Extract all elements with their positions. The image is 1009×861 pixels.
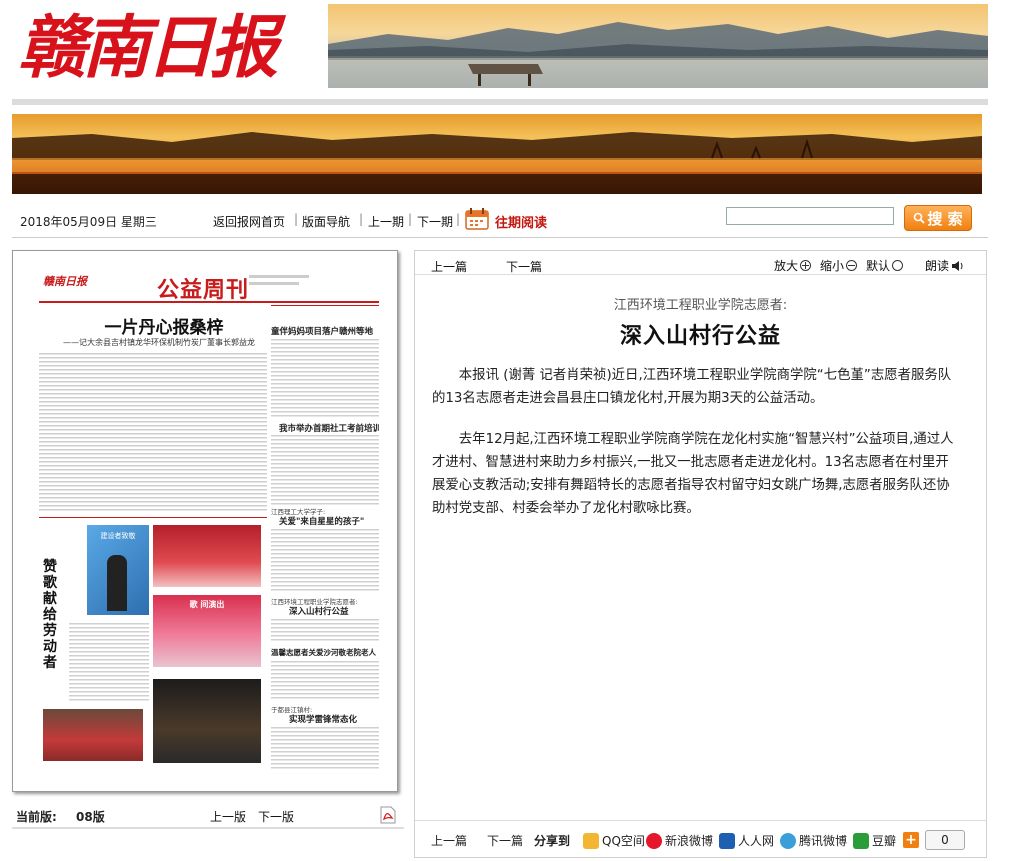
share-divider [415,820,986,821]
share-qzone[interactable]: QQ空间 [583,832,645,849]
star-icon [583,832,599,849]
search-input[interactable] [726,207,894,225]
current-page-label: 当前版: [16,810,57,824]
share-target-label: 人人网 [738,834,775,848]
thumb-photo [43,709,143,761]
thumb-side-headline: 我市举办首期社工考前培训 [279,424,379,434]
share-weibo[interactable]: 新浪微博 [646,832,713,849]
read-aloud-label: 朗读 [925,259,950,273]
nav-separator: | [359,212,364,226]
article-paragraph: 本报讯 (谢菁 记者肖荣祯)近日,江西环境工程职业学院商学院“七色堇”志愿者服务… [432,368,952,406]
share-target-label: QQ空间 [602,834,645,848]
share-renren[interactable]: 人人网 [719,832,774,849]
thumb-photo: 歌 间演出 [153,595,261,667]
pdf-icon[interactable] [380,806,396,824]
share-label: 分享到 [534,834,571,848]
page-thumbnail[interactable]: 赣南日报 公益周刊 一片丹心报桑梓 ——记大余县吉村镇龙华环保机制竹炭厂董事长郭… [12,250,398,792]
past-issues-link[interactable]: 往期阅读 [495,212,547,231]
share-target-label: 腾讯微博 [799,834,848,848]
share-count: 0 [925,830,965,850]
circle-icon [892,260,904,271]
previous-issue-link[interactable]: 上一期 [368,213,404,230]
toolbar-divider [415,274,986,275]
speaker-icon [952,260,963,271]
thumb-vertical-title: 赞歌献给劳动者 [43,559,57,671]
share-target-label: 豆瓣 [872,834,897,848]
next-article-link[interactable]: 下一篇 [506,258,542,275]
page-navigation-link[interactable]: 版面导航 [302,213,350,230]
share-tencent-weibo[interactable]: 腾讯微博 [780,832,847,849]
article-paragraph: 去年12月起,江西环境工程职业学院商学院在龙化村实施“智慧兴村”公益项目,通过人… [432,432,954,516]
next-issue-link[interactable]: 下一期 [417,213,453,230]
tencent-weibo-icon [780,832,796,849]
zoom-out-label: 缩小 [820,259,845,273]
thumb-logo: 赣南日报 [43,275,87,288]
thumb-masthead: 赣南日报 公益周刊 [39,269,379,303]
thumb-photo [153,679,261,763]
thumb-side-headline: 童伴妈妈项目落户赣州等地 [271,327,374,337]
thumb-side-headline: 关爱"来自星星的孩子" [279,517,365,527]
zoom-in-label: 放大 [774,259,799,273]
renren-icon [719,832,735,849]
share-target-label: 新浪微博 [665,834,714,848]
zoom-out-button[interactable]: 缩小 [820,257,858,274]
search-button[interactable]: 搜 索 [904,205,972,231]
previous-article-link-bottom[interactable]: 上一篇 [431,832,467,849]
previous-page-link[interactable]: 上一版 [210,808,246,825]
header-lake-image [328,4,988,88]
article-headline: 深入山村行公益 [619,324,781,349]
thumb-lead-subtitle: ——记大余县吉村镇龙华环保机制竹炭厂董事长郭益龙 [63,338,255,347]
previous-article-link[interactable]: 上一篇 [431,258,467,275]
thumb-side-headline: 实现学雷锋常态化 [289,715,358,725]
nav-separator: | [408,212,413,226]
magnifier-icon [914,212,926,224]
thumb-text-block [39,353,267,513]
newspaper-logo: 赣南日报 [18,8,278,88]
next-page-link[interactable]: 下一版 [258,808,294,825]
more-share-icon[interactable]: + [903,832,919,848]
nav-separator: | [456,212,461,226]
thumb-section-title: 公益周刊 [157,278,250,303]
zoom-in-button[interactable]: 放大 [774,257,812,274]
nav-separator: | [294,212,299,226]
next-article-link-bottom[interactable]: 下一篇 [487,832,523,849]
calendar-icon[interactable] [464,207,490,231]
share-douban[interactable]: 豆瓣 [853,832,896,849]
default-size-label: 默认 [866,259,891,273]
douban-icon [853,832,869,849]
search-button-label: 搜 索 [927,209,963,228]
current-page-value: 08版 [76,810,105,824]
nav-divider [12,237,988,238]
default-size-button[interactable]: 默认 [866,257,904,274]
thumb-side-headline: 温馨志愿者关爱沙河敬老院老人 [271,648,376,657]
home-link[interactable]: 返回报网首页 [213,213,285,230]
thumb-photo: 建设者致敬 [87,525,149,615]
lake-landscape [328,22,988,88]
thumb-photo [153,525,261,587]
minus-circle-icon [846,260,858,271]
page-footer-divider [12,827,404,829]
article-kicker: 江西环境工程职业学院志愿者: [613,298,788,313]
header-sunset-banner [12,114,982,194]
thumb-side-headline: 深入山村行公益 [289,607,349,617]
issue-date: 2018年05月09日 星期三 [20,215,157,229]
thumb-lead-title: 一片丹心报桑梓 [104,318,224,338]
read-aloud-button[interactable]: 朗读 [925,257,965,274]
plus-circle-icon [800,260,812,271]
sunset-landscape [12,132,982,194]
weibo-icon [646,832,662,849]
header-divider [12,99,988,105]
